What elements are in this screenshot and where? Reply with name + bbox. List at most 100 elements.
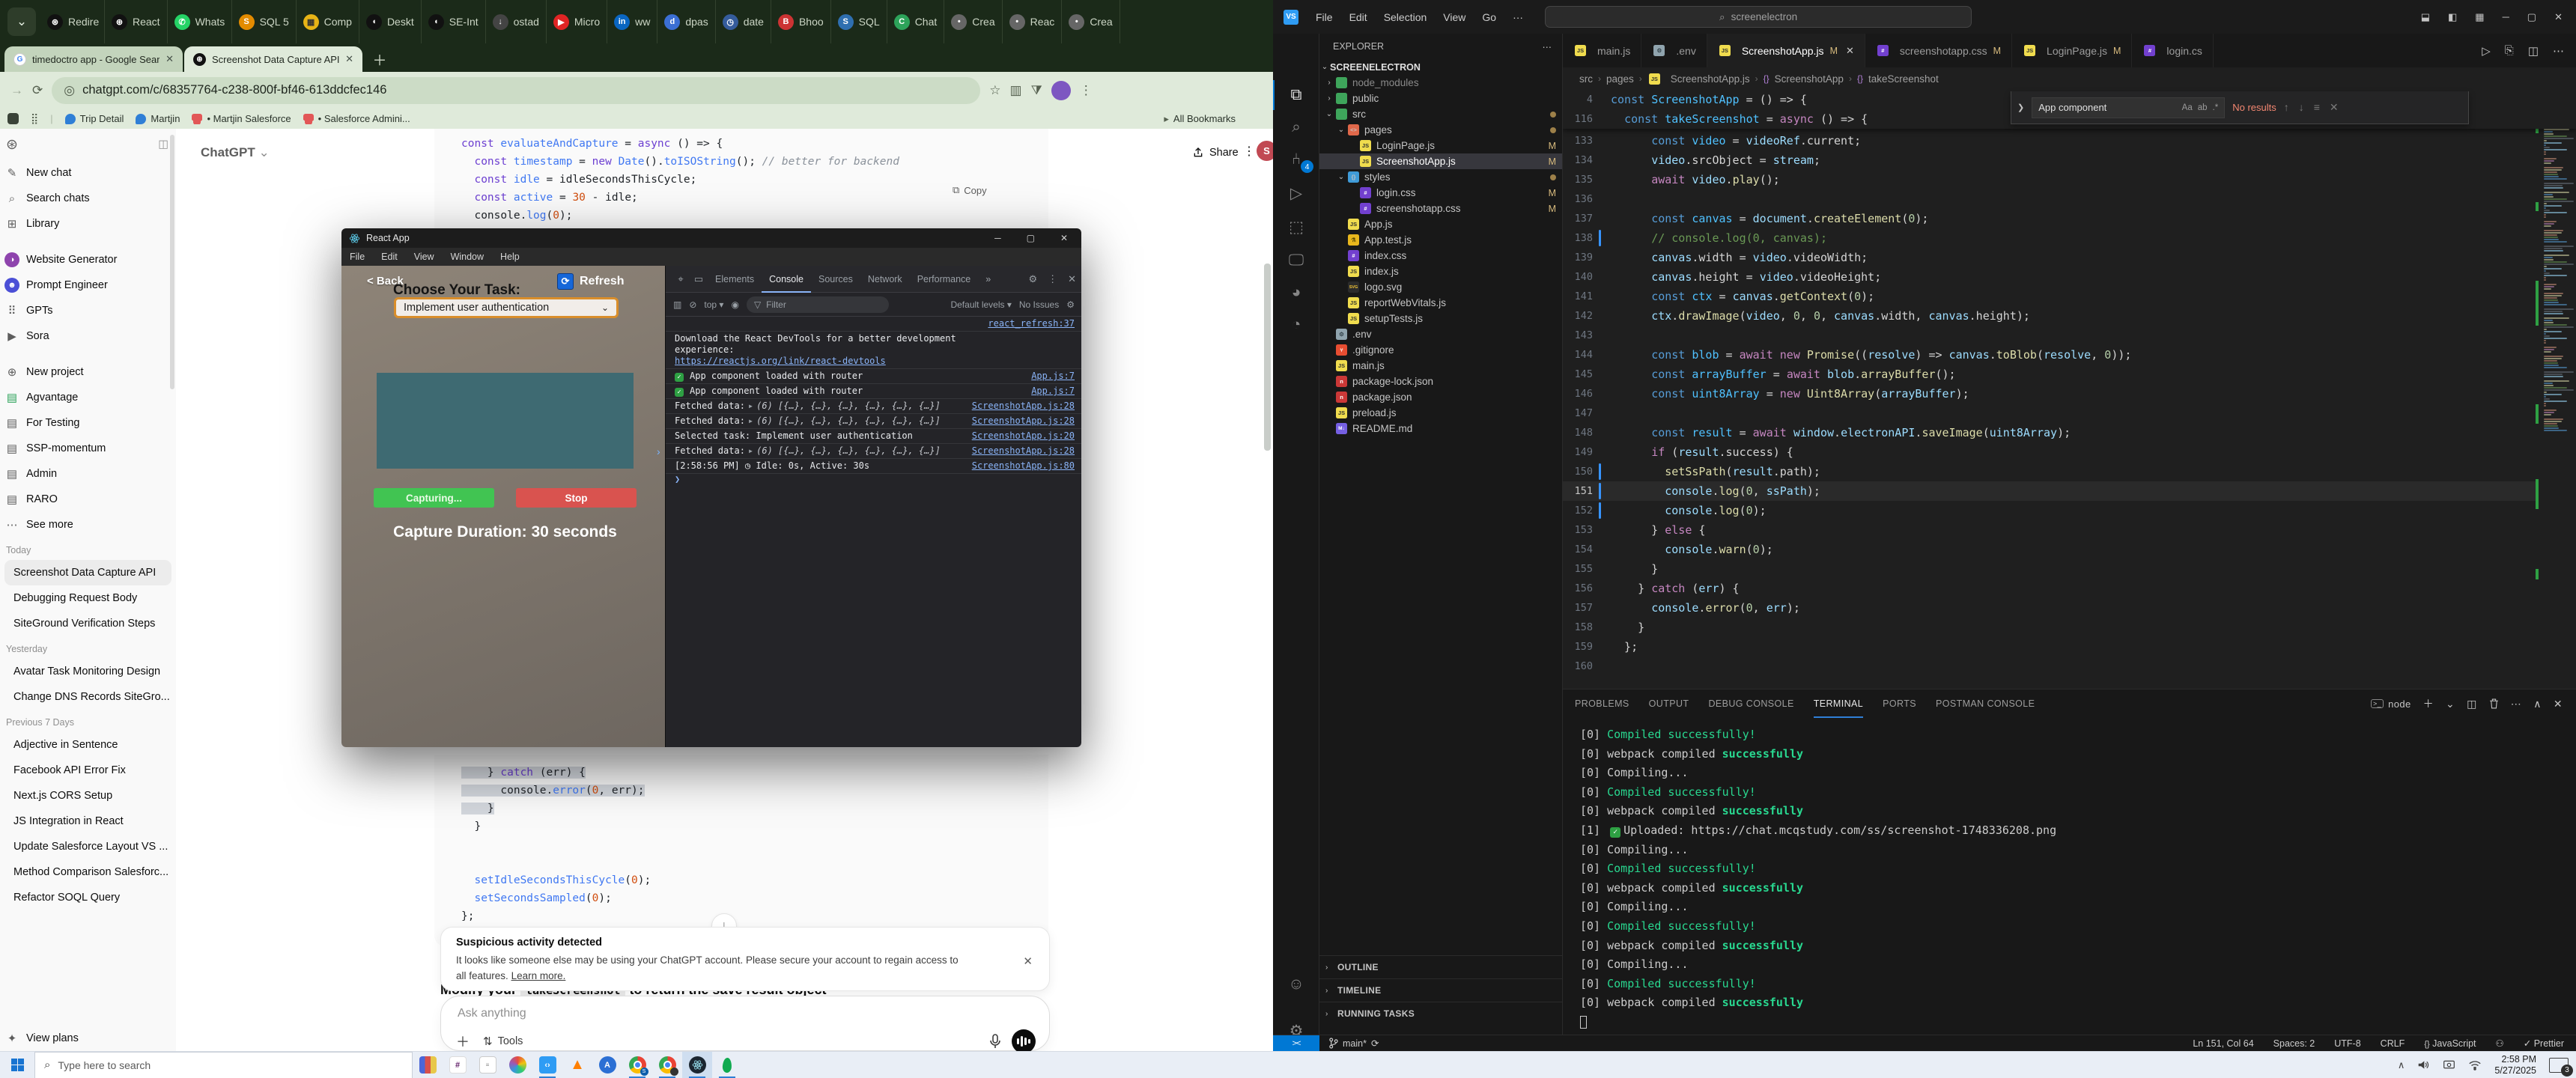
pinned-tab[interactable]: S SQL: [831, 0, 887, 43]
code-editor[interactable]: 133 const video = videoRef.current; 134 v…: [1563, 90, 2576, 689]
find-next-icon[interactable]: ↓: [2299, 101, 2304, 114]
devtools-tab-sources[interactable]: Sources: [811, 266, 860, 293]
pinned-tab[interactable]: • Reac: [1003, 0, 1063, 43]
eye-icon[interactable]: ◉: [731, 299, 738, 310]
sidebar-item[interactable]: ⌕ Search chats: [0, 186, 176, 211]
maximize-panel-icon[interactable]: ∧: [2533, 698, 2542, 710]
history-item[interactable]: Adjective in Sentence: [4, 732, 171, 758]
taskbar-app-chrome[interactable]: [652, 1052, 682, 1078]
maximize-icon[interactable]: ▢: [1027, 233, 1035, 243]
tree-item-pages[interactable]: ⌄ <> pages: [1319, 122, 1562, 138]
tree-item--env[interactable]: ⚙ .env: [1319, 326, 1562, 342]
status-item[interactable]: UTF-8: [2334, 1038, 2360, 1049]
console-source-link[interactable]: ScreenshotApp.js:20: [965, 430, 1075, 442]
clock[interactable]: 2:58 PM 5/27/2025: [2494, 1054, 2536, 1077]
tools-button[interactable]: ⇅ Tools: [483, 1035, 523, 1048]
sidebar-item[interactable]: ⠿ GPTs: [0, 298, 176, 323]
reload-icon[interactable]: ⟳: [32, 83, 43, 98]
panel-tab-terminal[interactable]: TERMINAL: [1814, 689, 1863, 718]
hidden-icons-chevron[interactable]: ∧: [2398, 1059, 2405, 1071]
breadcrumb[interactable]: src › pages › JS ScreenshotApp.js ›{} Screensho…: [1563, 67, 2576, 90]
find-prev-icon[interactable]: ↑: [2284, 101, 2289, 114]
sidebar-item[interactable]: ▤ For Testing: [0, 410, 176, 436]
pinned-tab[interactable]: C Chat: [887, 0, 945, 43]
tree-item-main-js[interactable]: JS main.js: [1319, 358, 1562, 374]
pinned-tab[interactable]: • Crea: [1062, 0, 1120, 43]
sidebar-item[interactable]: ✎ New chat: [0, 160, 176, 186]
status-icon[interactable]: ⚇: [2496, 1038, 2504, 1049]
pinned-tab[interactable]: ⊛ Redire: [40, 0, 105, 43]
pinned-tab[interactable]: ▶ Micro: [547, 0, 607, 43]
apps-grid-icon[interactable]: ⣿: [31, 112, 38, 125]
tree-item-public[interactable]: › public: [1319, 91, 1562, 106]
section-outline[interactable]: › OUTLINE: [1319, 955, 1563, 978]
log-levels-dropdown[interactable]: Default levels ▾: [950, 299, 1011, 310]
menu-file[interactable]: File: [1307, 11, 1341, 23]
explorer-more-icon[interactable]: ⋯: [1543, 41, 1552, 52]
browser-menu-icon[interactable]: ⋮: [1080, 83, 1093, 98]
browser-profile-avatar[interactable]: [1051, 81, 1071, 100]
start-button[interactable]: [0, 1052, 34, 1078]
sidebar-item[interactable]: ⋯ See more: [0, 512, 176, 538]
bookmark-item[interactable]: • Salesforce Admini...: [303, 113, 410, 124]
account-avatar[interactable]: S: [1257, 141, 1273, 161]
taskbar-search[interactable]: ⌕ Type here to search: [34, 1052, 413, 1078]
pinned-tab[interactable]: ↓ ostad: [486, 0, 547, 43]
wakatime-icon[interactable]: ◔: [1273, 310, 1319, 340]
voice-mode-button[interactable]: [1012, 1029, 1036, 1051]
pinned-tab[interactable]: in ww: [607, 0, 657, 43]
status-item[interactable]: Spaces: 2: [2273, 1038, 2315, 1049]
pinned-tab[interactable]: ◷ date: [716, 0, 771, 43]
extensions-icon[interactable]: ⬚: [1273, 212, 1319, 242]
history-item[interactable]: Screenshot Data Capture API: [4, 560, 171, 585]
tree-item-app-js[interactable]: JS App.js: [1319, 216, 1562, 232]
tree-item-src[interactable]: ⌄ src: [1319, 106, 1562, 122]
remote-explorer-icon[interactable]: 🖵: [1273, 246, 1319, 275]
sidebar-item[interactable]: ⊕ New project: [0, 359, 176, 385]
history-item[interactable]: Facebook API Error Fix: [4, 758, 171, 783]
find-option[interactable]: ab: [2198, 103, 2208, 112]
menu-[interactable]: ···: [1504, 11, 1531, 23]
layout-panel-icon[interactable]: ⬓: [2421, 11, 2430, 23]
sidebar-item[interactable]: ▤ RARO: [0, 487, 176, 512]
status-item[interactable]: CRLF: [2381, 1038, 2405, 1049]
new-terminal-icon[interactable]: ＋: [2423, 696, 2434, 711]
taskbar-app-vlc[interactable]: ▲: [562, 1052, 592, 1078]
editor-tab-loginpage-js[interactable]: JS LoginPage.js M: [2012, 34, 2132, 67]
history-item[interactable]: Avatar Task Monitoring Design: [4, 659, 171, 684]
menu-edit[interactable]: Edit: [373, 252, 406, 262]
pinned-tab[interactable]: ✆ Whats: [168, 0, 232, 43]
explorer-root-folder[interactable]: ⌄ SCREENELECTRON: [1319, 59, 1562, 75]
more-tabs-icon[interactable]: »: [978, 266, 998, 293]
context-selector[interactable]: top ▾: [704, 299, 723, 310]
console-source-link[interactable]: ScreenshotApp.js:28: [965, 401, 1075, 412]
tab-close-icon[interactable]: ✕: [165, 53, 174, 65]
taskbar-app-paint[interactable]: [502, 1052, 532, 1078]
sidebar-item[interactable]: ▶ Sora: [0, 323, 176, 349]
stop-button[interactable]: Stop: [516, 488, 637, 508]
extensions-icon[interactable]: ⧩: [1031, 83, 1042, 98]
history-item[interactable]: Update Salesforce Layout VS ...: [4, 834, 171, 859]
console-source-link[interactable]: ScreenshotApp.js:28: [965, 445, 1075, 457]
panel-tab-postman-console[interactable]: POSTMAN CONSOLE: [1936, 698, 2035, 709]
menu-go[interactable]: Go: [1474, 11, 1504, 23]
console-sidebar-icon[interactable]: ▥: [673, 299, 681, 310]
panel-tab-output[interactable]: OUTPUT: [1649, 698, 1689, 709]
tab-close-icon[interactable]: ✕: [1846, 45, 1854, 57]
chevron-right-icon[interactable]: ›: [657, 445, 660, 457]
tree-item-app-test-js[interactable]: ⚗ App.test.js: [1319, 232, 1562, 248]
console-source-link[interactable]: react_refresh:37: [980, 318, 1075, 329]
tree-item-login-css[interactable]: # login.css M: [1319, 185, 1562, 201]
status-item[interactable]: {} JavaScript: [2424, 1038, 2476, 1049]
minimize-icon[interactable]: ─: [2503, 11, 2509, 23]
minimize-icon[interactable]: ─: [994, 233, 1001, 243]
taskbar-app-slack[interactable]: #: [443, 1052, 473, 1078]
panel-tab-debug-console[interactable]: DEBUG CONSOLE: [1708, 698, 1793, 709]
pinned-tab[interactable]: ⊛ React: [105, 0, 168, 43]
new-tab-button[interactable]: ＋: [370, 49, 389, 69]
tree-item-setuptests-js[interactable]: JS setupTests.js: [1319, 311, 1562, 326]
close-icon[interactable]: ✕: [1060, 233, 1068, 243]
history-item[interactable]: Change DNS Records SiteGro...: [4, 684, 171, 710]
terminal-dropdown-icon[interactable]: ⌄: [2446, 698, 2455, 710]
history-item[interactable]: Next.js CORS Setup: [4, 783, 171, 808]
